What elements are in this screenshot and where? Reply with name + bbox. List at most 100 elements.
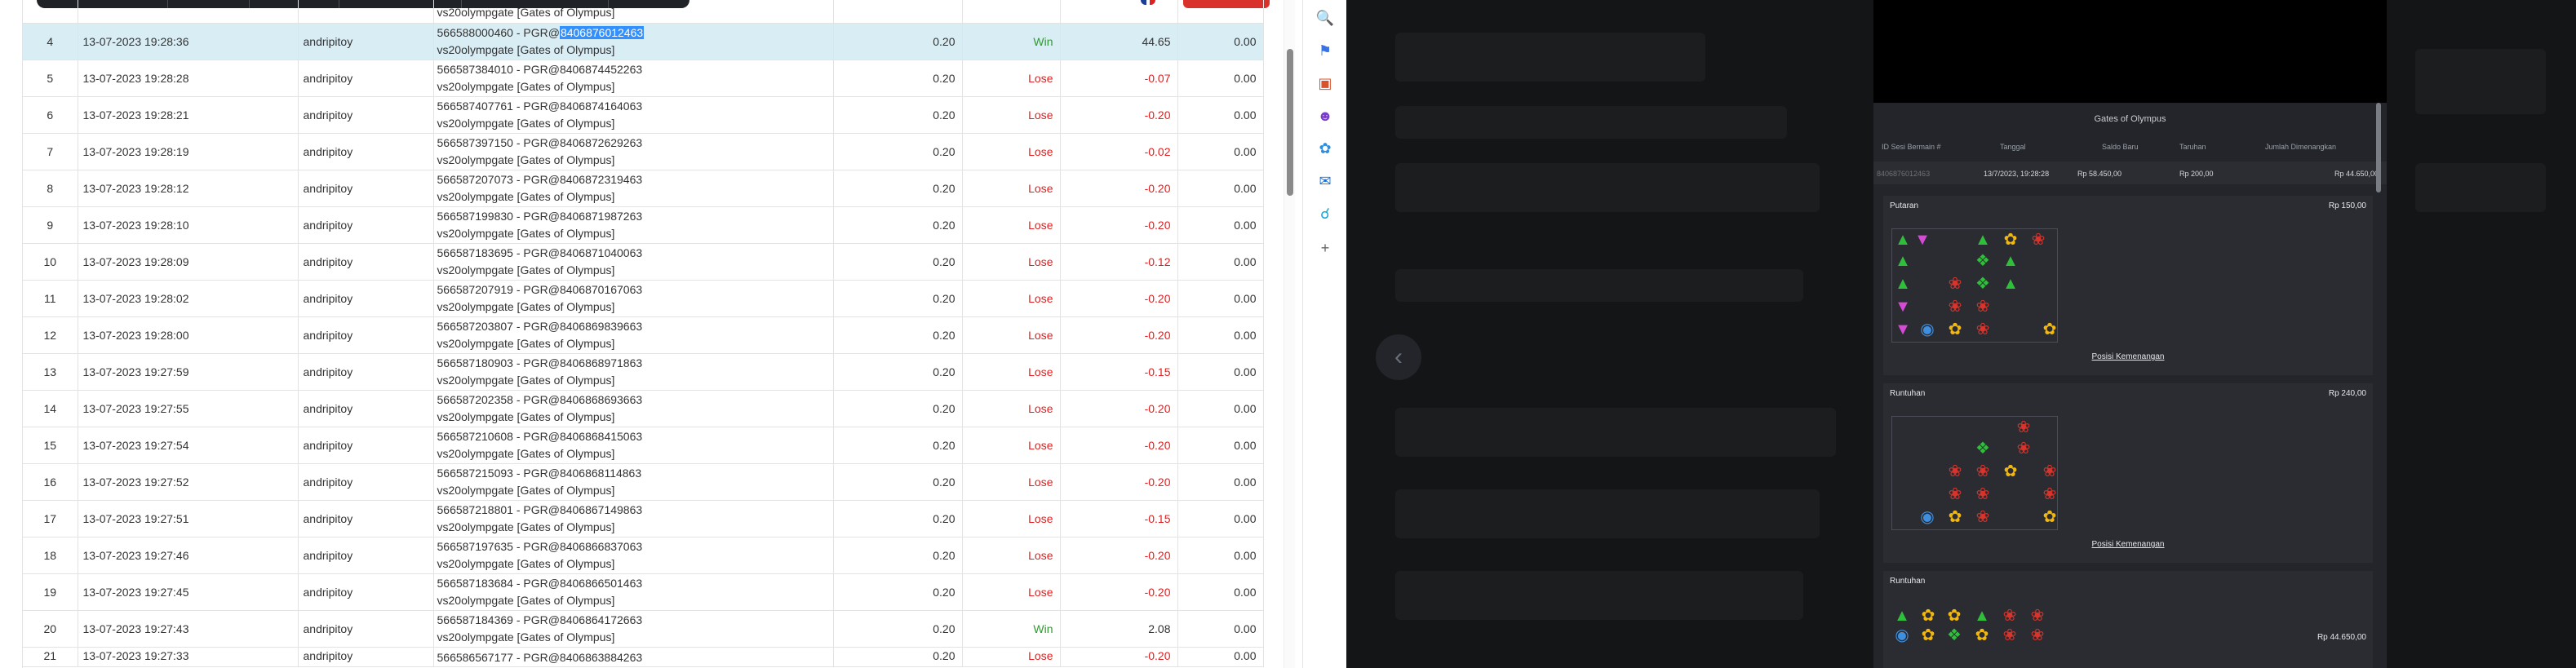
row-datetime: 13-07-2023 19:27:43 (78, 610, 299, 648)
search-icon[interactable]: 🔍 (1315, 8, 1335, 28)
row-no: 21 (23, 647, 78, 667)
reference-id[interactable]: 8406872319463 (560, 173, 642, 186)
table-row[interactable]: 14 13-07-2023 19:27:55 andripitoy 566587202… (23, 390, 1264, 427)
row-profit-loss: -0.20 (1060, 537, 1178, 574)
table-row[interactable]: 4 13-07-2023 19:28:36 andripitoy 5665880004… (23, 23, 1264, 60)
row-number: 12 (23, 316, 78, 354)
row-game: vs20olympgate [Gates of Olympus] (437, 336, 615, 350)
row-description: 566587180903 - PGR@8406868971863 vs20olym… (433, 353, 834, 391)
row-result: Lose (962, 500, 1061, 537)
table-row[interactable]: 13 13-07-2023 19:27:59 andripitoy 566587180… (23, 353, 1264, 391)
toolbox-icon[interactable]: ▣ (1315, 73, 1335, 93)
copilot-icon[interactable]: ✿ (1315, 139, 1335, 158)
cart-icon[interactable]: ☌ (1315, 204, 1335, 223)
row-amount: 0.20 (833, 647, 963, 667)
row-profit-loss: -0.20 (1060, 280, 1178, 317)
plus-icon[interactable]: + (1315, 238, 1335, 258)
row-game: vs20olympgate [Gates of Olympus] (437, 630, 615, 644)
row-amount: 0.20 (833, 206, 963, 244)
reference-id[interactable]: 8406868114863 (560, 467, 641, 480)
row-datetime: 13-07-2023 19:27:46 (78, 537, 299, 574)
row-description: 566587203807 - PGR@8406869839663 vs20olym… (433, 316, 834, 354)
win-position-link[interactable]: Posisi Kemenangan (1883, 540, 2373, 549)
table-row-partial-bottom[interactable]: 21 13-07-2023 19:27:33 andripitoy 566586567… (23, 647, 1264, 667)
row-reference: 566587199830 - PGR@8406871987263 (437, 209, 643, 223)
reference-id[interactable]: 8406870167063 (560, 283, 642, 296)
scrollbar-thumb[interactable] (1287, 49, 1293, 196)
row-balance: 0.00 (1177, 60, 1264, 97)
row-profit-loss: -0.15 (1060, 353, 1178, 391)
row-amount: 0.20 (833, 500, 963, 537)
reference-id[interactable]: 8406864172663 (560, 613, 642, 626)
people-icon[interactable]: ☻ (1315, 106, 1335, 126)
row-game: vs20olympgate [Gates of Olympus] (437, 409, 615, 423)
reference-id[interactable]: 8406872629263 (560, 136, 642, 149)
outlook-icon[interactable]: ✉ (1315, 171, 1335, 191)
row-game: vs20olympgate [Gates of Olympus] (437, 42, 615, 56)
table-row[interactable]: 9 13-07-2023 19:28:10 andripitoy 5665871998… (23, 206, 1264, 244)
row-profit-loss: -0.20 (1060, 316, 1178, 354)
row-balance: 0.00 (1177, 353, 1264, 391)
reference-id[interactable]: 8406874452263 (560, 63, 642, 76)
table-row[interactable]: 19 13-07-2023 19:27:45 andripitoy 566587183… (23, 573, 1264, 611)
row-datetime: 13-07-2023 19:27:55 (78, 390, 299, 427)
row-number: 6 (23, 96, 78, 134)
row-username: andripitoy (298, 243, 434, 281)
table-row[interactable]: 6 13-07-2023 19:28:21 andripitoy 5665874077… (23, 96, 1264, 134)
row-game: vs20olympgate [Gates of Olympus] (437, 593, 615, 607)
table-row[interactable]: 5 13-07-2023 19:28:28 andripitoy 5665873840… (23, 60, 1264, 97)
row-number: 20 (23, 610, 78, 648)
reference-id[interactable]: 8406869839663 (560, 320, 642, 333)
table-row[interactable]: 11 13-07-2023 19:28:02 andripitoy 566587207… (23, 280, 1264, 317)
row-result: Lose (962, 206, 1061, 244)
table-row[interactable]: 7 13-07-2023 19:28:19 andripitoy 5665873971… (23, 133, 1264, 170)
table-row[interactable]: 15 13-07-2023 19:27:54 andripitoy 566587210… (23, 427, 1264, 464)
reference-id[interactable]: 8406866501463 (560, 577, 642, 590)
row-game: vs20olympgate [Gates of Olympus] (437, 263, 615, 276)
row-amount: 0.20 (833, 390, 963, 427)
row-datetime: 13-07-2023 19:28:00 (78, 316, 299, 354)
detail-header: ID Sesi Bermain # Tanggal Saldo Baru Tar… (1882, 143, 2337, 151)
reference-id[interactable]: 8406866837063 (560, 540, 642, 553)
table-row-partial-top[interactable]: vs20olympgate [Gates of Olympus] (23, 0, 1264, 24)
reference-id[interactable]: 8406874164063 (560, 100, 642, 113)
row-username: andripitoy (298, 280, 434, 317)
row-balance: 0.00 (1177, 96, 1264, 134)
reference-id[interactable]: 8406876012463 (559, 25, 645, 39)
panel-scrollbar[interactable] (2376, 103, 2381, 192)
table-row[interactable]: 20 13-07-2023 19:27:43 andripitoy 566587184… (23, 610, 1264, 648)
row-amount: 0.20 (833, 610, 963, 648)
row-number: 5 (23, 60, 78, 97)
table-row[interactable]: 12 13-07-2023 19:28:00 andripitoy 566587203… (23, 316, 1264, 354)
row-result: Lose (962, 537, 1061, 574)
browser-extensions-sidebar: 🔍 ⚑ ▣ ☻ ✿ ✉ ☌ + (1302, 0, 1346, 668)
detail-values: 8406876012463 13/7/2023, 19:28:28 Rp 58.… (1873, 161, 2387, 184)
row-profit-loss: -0.20 (1060, 427, 1178, 464)
row-result: Lose (962, 243, 1061, 281)
table-row[interactable]: 18 13-07-2023 19:27:46 andripitoy 566587197… (23, 537, 1264, 574)
tag-icon[interactable]: ⚑ (1315, 41, 1335, 60)
row-description: 566587218801 - PGR@8406867149863 vs20olym… (433, 500, 834, 537)
row-description: 566587202358 - PGR@8406868693663 vs20olym… (433, 390, 834, 427)
row-result: Lose (962, 60, 1061, 97)
row-reference: 566587180903 - PGR@8406868971863 (437, 356, 643, 369)
chevron-left-icon[interactable]: ‹ (1376, 334, 1421, 380)
row-datetime: 13-07-2023 19:28:09 (78, 243, 299, 281)
table-row[interactable]: 16 13-07-2023 19:27:52 andripitoy 566587215… (23, 463, 1264, 501)
reference-id[interactable]: 8406867149863 (560, 503, 642, 516)
vertical-scrollbar[interactable] (1284, 0, 1295, 668)
reference-id[interactable]: 8406868415063 (560, 430, 642, 443)
reference-id[interactable]: 8406871987263 (560, 210, 642, 223)
table-row[interactable]: 17 13-07-2023 19:27:51 andripitoy 566587218… (23, 500, 1264, 537)
row-reference: 566587183695 - PGR@8406871040063 (437, 246, 643, 259)
table-row[interactable]: 8 13-07-2023 19:28:12 andripitoy 5665872070… (23, 170, 1264, 207)
win-position-link[interactable]: Posisi Kemenangan (1883, 352, 2373, 361)
reference-id[interactable]: 8406871040063 (560, 246, 642, 259)
reference-id[interactable]: 8406868693663 (560, 393, 642, 406)
row-username: andripitoy (298, 96, 434, 134)
row-username: andripitoy (298, 500, 434, 537)
row-username: andripitoy (298, 133, 434, 170)
table-row[interactable]: 10 13-07-2023 19:28:09 andripitoy 566587183… (23, 243, 1264, 281)
reference-id[interactable]: 8406868971863 (560, 356, 642, 369)
row-datetime: 13-07-2023 19:27:52 (78, 463, 299, 501)
